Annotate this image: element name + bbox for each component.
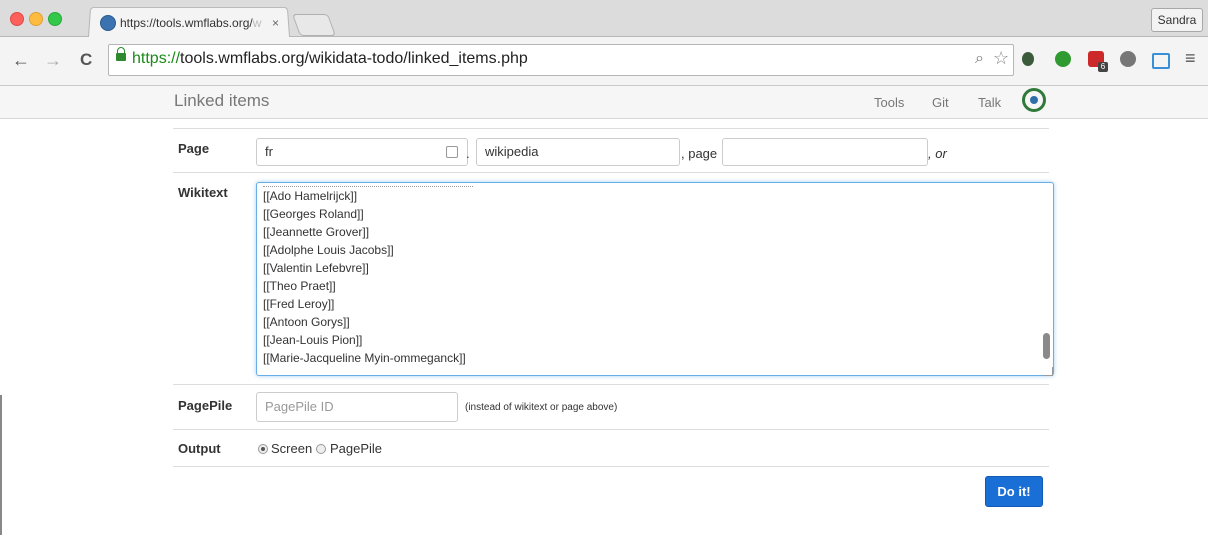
output-screen-label[interactable]: Screen (271, 441, 312, 456)
minimize-window-button[interactable] (29, 12, 43, 26)
hangouts-icon[interactable] (1055, 51, 1071, 67)
pagepile-id-input[interactable]: PagePile ID (256, 392, 458, 422)
wikitext-label: Wikitext (178, 185, 228, 200)
menu-icon[interactable]: ≡ (1185, 48, 1196, 69)
or-text: , or (928, 146, 947, 161)
output-pagepile-label[interactable]: PagePile (330, 441, 382, 456)
wikimedia-labs-logo-icon (1022, 88, 1046, 112)
wikitext-line: [[Antoon Gorys]] (263, 315, 350, 329)
page-label: Page (178, 141, 210, 156)
url-path: tools.wmflabs.org/wikidata-todo/linked_i… (180, 50, 528, 67)
reload-icon[interactable]: C (80, 50, 92, 70)
wikitext-line: [[Theo Praet]] (263, 279, 336, 293)
dot-separator: . (466, 146, 470, 161)
window-edge (0, 395, 2, 535)
extension-badge: 6 (1098, 62, 1108, 72)
profile-button[interactable]: Sandra (1151, 8, 1203, 32)
nav-link-tools[interactable]: Tools (874, 95, 904, 110)
extension-gray-icon[interactable] (1120, 51, 1136, 67)
form-divider (173, 172, 1049, 173)
wikitext-line: [[Jean-Louis Pion]] (263, 333, 363, 347)
form-divider (173, 128, 1049, 129)
site-brand[interactable]: Linked items (174, 91, 269, 111)
bookmark-star-icon[interactable]: ☆ (993, 48, 1009, 69)
wikitext-line: [[Georges Roland]] (263, 207, 364, 221)
output-pagepile-radio[interactable] (316, 444, 326, 454)
browser-tab-content: https://tools.wmflabs.org/w (100, 14, 261, 32)
page-separator-text: , page (681, 146, 718, 161)
output-screen-radio[interactable] (258, 444, 268, 454)
zoom-icon[interactable]: ⌕ (975, 50, 984, 68)
new-tab-button[interactable] (291, 14, 337, 36)
cut-off-line (263, 183, 473, 187)
close-window-button[interactable] (10, 12, 24, 26)
textarea-scrollbar[interactable] (1043, 333, 1050, 359)
wikitext-line: [[Adolphe Louis Jacobs]] (263, 243, 394, 257)
form-divider (173, 466, 1049, 467)
wikitext-line: [[Marie-Jacqueline Myin-ommeganck]] (263, 351, 466, 365)
wikitext-line: [[Jeannette Grover]] (263, 225, 370, 239)
lock-icon (116, 47, 126, 61)
tab-close-icon[interactable]: × (272, 16, 279, 30)
nav-link-git[interactable]: Git (932, 95, 949, 110)
wikitext-line: [[Ado Hamelrijck]] (263, 189, 358, 203)
project-input[interactable]: wikipedia (476, 138, 680, 166)
wikitext-line: [[Valentin Lefebvre]] (263, 261, 369, 275)
page-title-input[interactable] (722, 138, 928, 166)
language-select[interactable]: fr (256, 138, 468, 166)
wikitext-textarea[interactable]: [[Ado Hamelrijck]] [[Georges Roland]] [[… (256, 182, 1054, 376)
pagepile-hint: (instead of wikitext or page above) (465, 402, 618, 413)
pagepile-label: PagePile (178, 398, 233, 413)
form-divider (173, 384, 1049, 385)
resize-handle-icon[interactable] (1044, 367, 1053, 376)
select-spinner-icon (446, 146, 458, 158)
site-favicon-icon (100, 15, 116, 31)
maximize-window-button[interactable] (48, 12, 62, 26)
back-arrow-icon[interactable]: ← (12, 50, 30, 71)
screen-capture-icon[interactable] (1152, 53, 1170, 69)
do-it-button[interactable]: Do it! (985, 476, 1043, 507)
wikitext-line: [[Fred Leroy]] (263, 297, 335, 311)
tab-title-faded: w (252, 16, 262, 30)
form-divider (173, 429, 1049, 430)
evernote-icon[interactable] (1022, 52, 1034, 66)
url-text[interactable]: https://tools.wmflabs.org/wikidata-todo/… (132, 50, 528, 68)
output-label: Output (178, 441, 221, 456)
tab-title: https://tools.wmflabs.org/ (120, 16, 253, 30)
forward-arrow-icon[interactable]: → (44, 50, 62, 71)
url-scheme: https:// (132, 50, 181, 67)
nav-link-talk[interactable]: Talk (978, 95, 1001, 110)
